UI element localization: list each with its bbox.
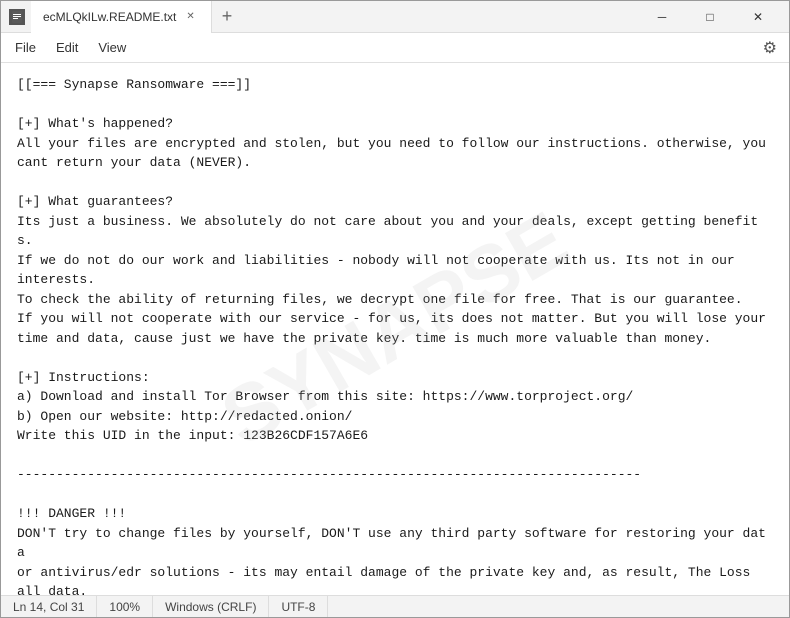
menu-file[interactable]: File <box>5 36 46 59</box>
status-position: Ln 14, Col 31 <box>13 596 97 617</box>
window-controls: ─ □ ✕ <box>639 1 781 33</box>
maximize-button[interactable]: □ <box>687 1 733 33</box>
title-bar: ecMLQkILw.README.txt ✕ + ─ □ ✕ <box>1 1 789 33</box>
menu-bar-right: ⚙ <box>763 38 785 58</box>
editor-area[interactable]: SYNAPSE [[=== Synapse Ransomware ===]] [… <box>1 63 789 595</box>
tab-bar: ecMLQkILw.README.txt ✕ + <box>31 1 639 33</box>
editor-content[interactable]: [[=== Synapse Ransomware ===]] [+] What'… <box>17 75 773 595</box>
settings-icon[interactable]: ⚙ <box>763 40 777 57</box>
tab-close-button[interactable]: ✕ <box>182 9 198 24</box>
minimize-button[interactable]: ─ <box>639 1 685 33</box>
main-window: ecMLQkILw.README.txt ✕ + ─ □ ✕ File Edit… <box>0 0 790 618</box>
menu-bar: File Edit View ⚙ <box>1 33 789 63</box>
new-tab-button[interactable]: + <box>212 1 243 33</box>
app-icon <box>9 9 25 25</box>
tab-label: ecMLQkILw.README.txt <box>43 10 176 24</box>
menu-edit[interactable]: Edit <box>46 36 88 59</box>
menu-view[interactable]: View <box>88 36 136 59</box>
status-bar: Ln 14, Col 31 100% Windows (CRLF) UTF-8 <box>1 595 789 617</box>
status-line-ending: Windows (CRLF) <box>153 596 269 617</box>
status-zoom: 100% <box>97 596 153 617</box>
close-button[interactable]: ✕ <box>735 1 781 33</box>
status-encoding: UTF-8 <box>269 596 328 617</box>
tab-readme[interactable]: ecMLQkILw.README.txt ✕ <box>31 1 212 33</box>
